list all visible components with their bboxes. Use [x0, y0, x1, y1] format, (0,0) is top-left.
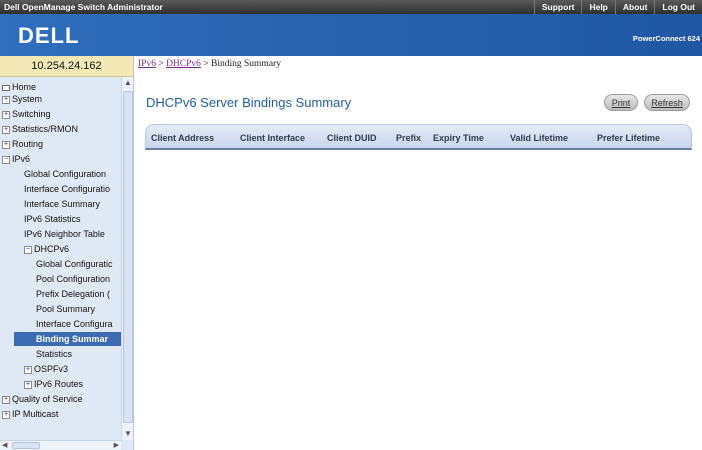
- scroll-thumb[interactable]: [123, 91, 133, 423]
- expand-icon[interactable]: +: [2, 395, 10, 404]
- breadcrumb-ipv6[interactable]: IPv6: [138, 59, 156, 69]
- chevron-down-icon[interactable]: ▼: [122, 428, 133, 440]
- help-link[interactable]: Help: [581, 0, 614, 14]
- nav-item-ipv6-routes[interactable]: + IPv6 Routes: [24, 377, 133, 391]
- nav-item-system[interactable]: + System: [2, 92, 123, 106]
- page-title: DHCPv6 Server Bindings Summary: [146, 95, 352, 110]
- nav-item-ipv6-interface-configuration[interactable]: Interface Configuratio: [24, 182, 133, 196]
- expand-icon[interactable]: +: [24, 380, 32, 389]
- nav-item-switching[interactable]: + Switching: [2, 107, 123, 121]
- column-prefer-lifetime: Prefer Lifetime: [597, 133, 661, 143]
- dell-logo: DELL: [18, 23, 79, 48]
- nav-item-quality-of-service[interactable]: + Quality of Service: [2, 392, 123, 406]
- collapse-icon[interactable]: −: [24, 245, 32, 254]
- about-link[interactable]: About: [614, 0, 655, 14]
- nav-tree: Home + System + Switching + Statistics/RMON…: [0, 77, 133, 440]
- nav-item-ospfv3[interactable]: + OSPFv3: [24, 362, 133, 376]
- breadcrumb-dhcpv6[interactable]: DHCPv6: [166, 59, 201, 69]
- app-title: Dell OpenManage Switch Administrator: [4, 2, 163, 12]
- print-button[interactable]: Print: [604, 94, 638, 111]
- nav-item-dhcpv6-global-configuration[interactable]: Global Configuratic: [36, 257, 133, 271]
- nav-item-routing[interactable]: + Routing: [2, 137, 123, 151]
- top-links: Support Help About Log Out: [533, 0, 702, 14]
- product-name: PowerConnect 624: [632, 34, 700, 43]
- nav-item-ipv6-interface-summary[interactable]: Interface Summary: [24, 197, 133, 211]
- home-icon: [2, 84, 10, 91]
- chevron-right-icon[interactable]: ▶: [114, 441, 119, 450]
- banner: DELL PowerConnect 624: [0, 14, 702, 56]
- support-link[interactable]: Support: [533, 0, 582, 14]
- sidebar: Home + System + Switching + Statistics/RMON…: [0, 77, 134, 450]
- nav-item-prefix-delegation[interactable]: Prefix Delegation (: [36, 287, 133, 301]
- column-valid-lifetime: Valid Lifetime: [510, 133, 569, 143]
- logout-link[interactable]: Log Out: [654, 0, 702, 14]
- expand-icon[interactable]: +: [2, 95, 10, 104]
- device-ip: 10.254.24.162: [0, 56, 134, 77]
- expand-icon[interactable]: +: [2, 140, 10, 149]
- svg-text:DELL: DELL: [18, 23, 79, 48]
- bindings-table-header: Client Address Client Interface Client D…: [145, 124, 692, 150]
- chevron-left-icon[interactable]: ◀: [2, 441, 7, 450]
- nav-item-dhcpv6-statistics[interactable]: Statistics: [36, 347, 133, 361]
- chevron-up-icon[interactable]: ▲: [122, 77, 133, 89]
- nav-item-statistics-rmon[interactable]: + Statistics/RMON: [2, 122, 123, 136]
- nav-item-pool-summary[interactable]: Pool Summary: [36, 302, 133, 316]
- nav-item-binding-summary[interactable]: Binding Summar: [14, 332, 133, 346]
- sidebar-horizontal-scrollbar[interactable]: ◀ ▶: [0, 440, 121, 450]
- column-client-duid: Client DUID: [327, 133, 377, 143]
- top-bar: Dell OpenManage Switch Administrator Sup…: [0, 0, 702, 14]
- column-prefix: Prefix: [396, 133, 422, 143]
- nav-item-ipv6-global-configuration[interactable]: Global Configuration: [24, 167, 133, 181]
- expand-icon[interactable]: +: [2, 125, 10, 134]
- breadcrumb-current: Binding Summary: [211, 59, 281, 69]
- nav-item-dhcpv6-interface-configuration[interactable]: Interface Configura: [36, 317, 133, 331]
- refresh-button[interactable]: Refresh: [644, 94, 690, 111]
- sidebar-vertical-scrollbar[interactable]: ▲ ▼: [121, 77, 133, 440]
- column-client-interface: Client Interface: [240, 133, 306, 143]
- nav-item-ip-multicast[interactable]: + IP Multicast: [2, 407, 123, 421]
- expand-icon[interactable]: +: [2, 410, 10, 419]
- breadcrumb-separator: >: [158, 59, 164, 69]
- column-client-address: Client Address: [151, 133, 215, 143]
- nav-item-ipv6-statistics[interactable]: IPv6 Statistics: [24, 212, 133, 226]
- expand-icon[interactable]: +: [2, 110, 10, 119]
- breadcrumb: IPv6 > DHCPv6 > Binding Summary: [138, 59, 281, 69]
- nav-item-ipv6[interactable]: − IPv6: [2, 152, 123, 166]
- nav-item-pool-configuration[interactable]: Pool Configuration: [36, 272, 133, 286]
- nav-item-dhcpv6[interactable]: − DHCPv6: [24, 242, 133, 256]
- breadcrumb-separator: >: [203, 59, 209, 69]
- nav-item-ipv6-neighbor-table[interactable]: IPv6 Neighbor Table: [24, 227, 133, 241]
- scroll-thumb[interactable]: [12, 442, 40, 449]
- expand-icon[interactable]: +: [24, 365, 32, 374]
- column-expiry-time: Expiry Time: [433, 133, 484, 143]
- collapse-icon[interactable]: −: [2, 155, 10, 164]
